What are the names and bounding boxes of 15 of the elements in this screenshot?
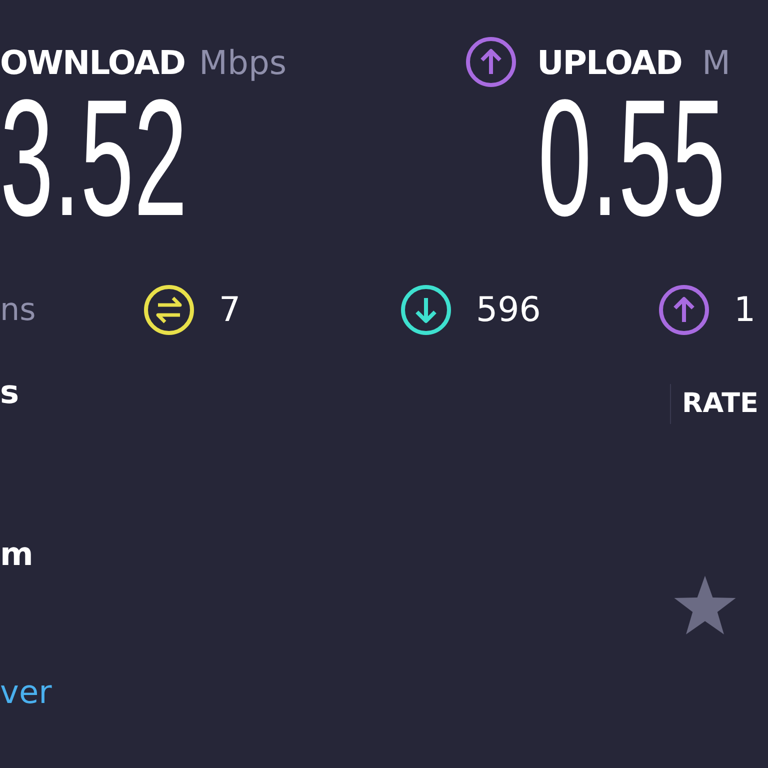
upload-speed: 0.55 — [538, 94, 726, 224]
stats-label: ns — [0, 292, 37, 328]
detail-text: s — [0, 372, 20, 412]
swap-arrows-icon — [143, 284, 195, 336]
stat-value: 596 — [476, 290, 541, 330]
upload-label: UPLOAD — [537, 42, 682, 82]
change-server-link[interactable]: ver — [0, 672, 52, 712]
unit-label: M — [702, 42, 730, 82]
stat-value: 7 — [219, 290, 241, 330]
download-speed: 3.52 — [0, 94, 188, 224]
download-label: OWNLOAD — [0, 42, 186, 82]
stat-value: 1 — [734, 290, 756, 330]
detail-text: m — [0, 534, 34, 574]
rate-heading: RATE — [670, 384, 768, 424]
unit-label: Mbps — [199, 42, 287, 82]
